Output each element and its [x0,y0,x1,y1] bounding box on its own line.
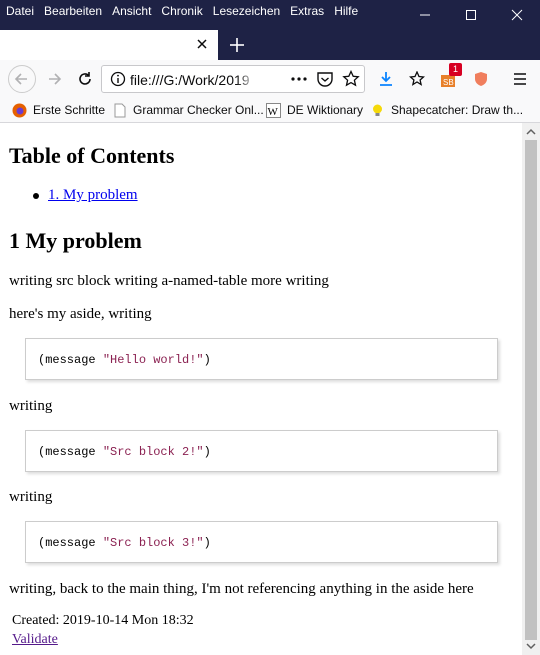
minimize-button[interactable] [402,0,448,30]
star-list-icon [409,71,425,86]
notification-badge: 1 [449,63,462,76]
hamburger-icon [514,73,526,85]
created-date: Created: 2019-10-14 Mon 18:32 [12,613,194,628]
bookmark-label: DE Wiktionary [287,103,364,117]
back-button[interactable] [8,65,36,93]
arrow-right-icon [49,73,62,85]
close-icon [197,39,207,49]
code-text: (message [38,445,103,459]
code-text: (message [38,353,103,367]
reload-icon [79,72,91,85]
code-string: "Src block 3!" [102,536,204,550]
menu-ansicht[interactable]: Ansicht [106,0,155,22]
src-block: (message "Hello world!") [25,338,498,380]
toc-heading: Table of Contents [9,143,175,168]
menu-lesezeichen[interactable]: Lesezeichen [207,0,284,22]
scroll-down-icon[interactable] [526,641,536,651]
minimize-icon [420,14,430,16]
scroll-up-icon[interactable] [526,127,536,137]
code-text: ) [203,445,211,459]
bullet-icon [33,192,39,199]
src-block: (message "Src block 3!") [25,521,498,563]
toc-list-item: 1. My problem [33,187,138,204]
svg-text:SB: SB [443,78,454,87]
close-icon [511,9,523,21]
vertical-scrollbar[interactable] [522,123,540,655]
tab-close-button[interactable] [194,36,210,52]
url-bar[interactable]: file:///G:/Work/2019 [101,65,365,93]
svg-text:W: W [268,106,279,118]
maximize-icon [466,10,476,20]
bookmark-de-wiktionary[interactable]: W DE Wiktionary [266,102,363,118]
page-icon [112,103,127,118]
close-window-button[interactable] [494,0,540,30]
code-text: ) [203,536,211,550]
bookmark-shapecatcher[interactable]: Shapecatcher: Draw th... [370,102,523,118]
pocket-button[interactable] [316,70,334,88]
paragraph: writing [9,398,53,414]
paragraph: writing [9,489,53,505]
code-text: ) [203,353,211,367]
menu-extras[interactable]: Extras [284,0,328,22]
title-bar: Datei Bearbeiten Ansicht Chronik Lesezei… [0,0,540,60]
menu-chronik[interactable]: Chronik [155,0,206,22]
library-button[interactable] [405,67,429,91]
toc-link[interactable]: 1. My problem [48,187,138,204]
menu-bar: Datei Bearbeiten Ansicht Chronik Lesezei… [0,0,362,22]
reload-button[interactable] [73,67,97,91]
paragraph: here's my aside, writing [9,306,152,322]
page-content: Table of Contents 1. My problem 1 My pro… [0,123,522,655]
bookmark-erste-schritte[interactable]: Erste Schritte [12,102,105,118]
bookmark-label: Shapecatcher: Draw th... [391,103,524,117]
shield-extension-button[interactable] [469,67,493,91]
wiktionary-icon: W [266,102,281,118]
code-string: "Hello world!" [102,353,204,367]
more-icon [291,77,307,81]
validate-link[interactable]: Validate [12,632,58,647]
url-text[interactable]: file:///G:/Work/2019 [130,72,258,88]
firefox-icon [12,103,27,118]
validate-paragraph: Validate [12,632,58,648]
code-string: "Src block 2!" [102,445,204,459]
bookmark-star-button[interactable] [342,69,360,88]
menu-button[interactable] [508,67,532,91]
bookmark-label: Erste Schritte [33,103,106,117]
forward-button[interactable] [42,67,66,91]
downloads-button[interactable] [374,67,398,91]
bookmarks-toolbar: Erste Schritte Grammar Checker Onl... W … [0,98,540,123]
shield-icon [475,72,487,86]
section-heading: 1 My problem [9,228,142,253]
page-actions-button[interactable] [290,68,308,88]
download-icon [380,72,392,86]
browser-tab[interactable] [0,30,218,60]
pocket-icon [317,72,333,87]
arrow-left-icon [14,73,27,85]
bookmark-label: Grammar Checker Onl... [133,103,264,117]
lightbulb-icon [370,103,385,118]
menu-datei[interactable]: Datei [0,0,38,22]
info-icon [110,71,126,87]
star-icon [342,69,360,87]
new-tab-button[interactable] [225,33,249,57]
maximize-button[interactable] [448,0,494,30]
extension-sb-button[interactable]: SB 1 [437,63,462,91]
menu-bearbeiten[interactable]: Bearbeiten [38,0,106,22]
paragraph: writing, back to the main thing, I'm not… [9,581,474,597]
code-text: (message [38,536,103,550]
menu-hilfe[interactable]: Hilfe [328,0,362,22]
paragraph: writing src block writing a-named-table … [9,273,329,289]
plus-icon [230,38,244,52]
bookmark-grammar-checker[interactable]: Grammar Checker Onl... [112,102,264,118]
src-block: (message "Src block 2!") [25,430,498,472]
scrollbar-thumb[interactable] [525,140,537,640]
